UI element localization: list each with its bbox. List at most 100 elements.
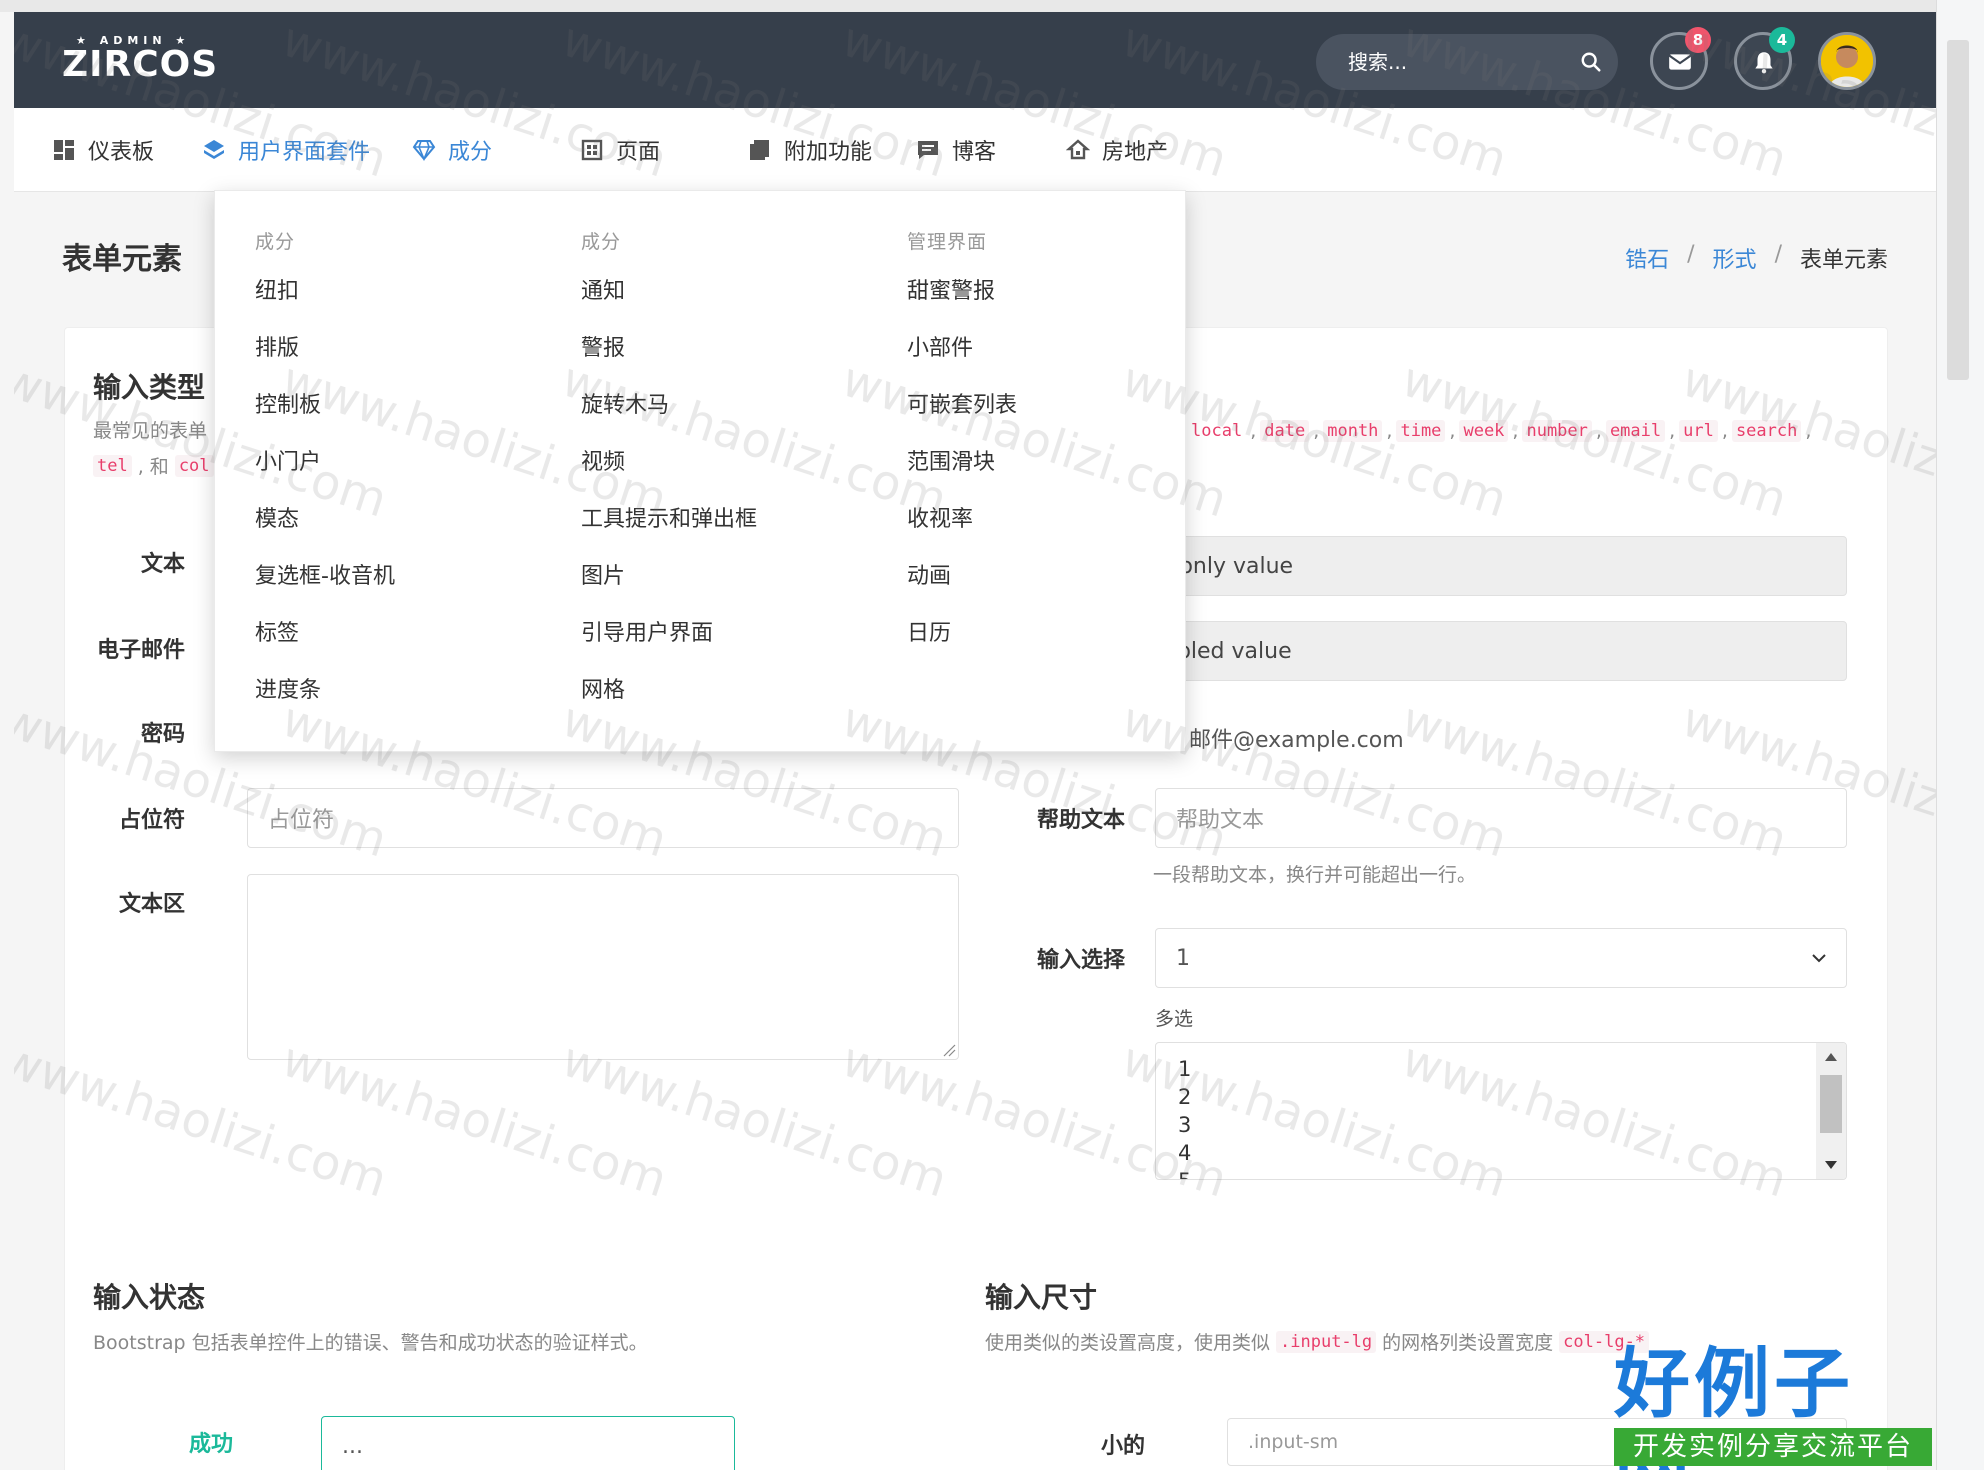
multi-select-option[interactable]: 3 (1156, 1111, 1846, 1139)
input-types-desc-line2: tel , 和 col (93, 452, 214, 479)
menu-item-ratings[interactable]: 收视率 (907, 508, 1017, 565)
multi-select[interactable]: 1 2 3 4 5 (1155, 1042, 1847, 1180)
nav-item-components[interactable]: 成分 (412, 134, 492, 166)
menu-item-widgets[interactable]: 小部件 (907, 337, 1017, 394)
nav-item-ui-kit[interactable]: 用户界面套件 (202, 134, 370, 166)
resize-handle-icon[interactable] (942, 1043, 956, 1057)
multi-select-option[interactable]: 4 (1156, 1139, 1846, 1167)
mega-menu-heading: 管理界面 (907, 231, 988, 253)
placeholder-input[interactable]: 占位符 (247, 788, 959, 848)
breadcrumb-item-forms[interactable]: 形式 (1713, 242, 1757, 274)
notification-badge: 4 (1769, 27, 1795, 53)
brand-watermark: 好例子网 开发实例分享交流平台 (1614, 1342, 1932, 1470)
page: ★ ADMIN ★ ZIRCOS 8 4 仪表板 用户界面套件 (14, 12, 1936, 1470)
multi-select-scroll-thumb[interactable] (1820, 1075, 1842, 1133)
static-email: 邮件@example.com (1189, 728, 1404, 753)
menu-item-modals[interactable]: 模态 (255, 508, 395, 565)
menu-item-calendar[interactable]: 日历 (907, 622, 1017, 679)
select-label: 输入选择 (1036, 948, 1125, 973)
input-types-desc: 最常见的表单 (93, 420, 208, 442)
type-code-col: col (174, 454, 214, 477)
menu-item-alerts[interactable]: 警报 (581, 337, 757, 394)
scroll-up-icon[interactable] (1824, 1051, 1838, 1063)
input-states-desc: Bootstrap 包括表单控件上的错误、警告和成功状态的验证样式。 (93, 1332, 648, 1354)
type-code-tel: tel (93, 454, 132, 477)
menu-item-images[interactable]: 图片 (581, 565, 757, 622)
menu-item-buttons[interactable]: 纽扣 (255, 280, 395, 337)
search-icon[interactable] (1580, 51, 1602, 73)
scroll-down-icon[interactable] (1824, 1159, 1838, 1171)
mail-button[interactable]: 8 (1650, 27, 1711, 90)
diamond-icon (412, 140, 436, 162)
menu-item-portlets[interactable]: 小门户 (255, 451, 395, 508)
type-code: number (1522, 420, 1592, 442)
page-title: 表单元素 (62, 242, 182, 277)
breadcrumb-separator: / (1774, 242, 1782, 267)
breadcrumb-item-home[interactable]: 锆石 (1625, 242, 1669, 274)
success-value: ... (342, 1433, 363, 1459)
nav-item-dashboard[interactable]: 仪表板 (52, 134, 154, 166)
menu-item-sweet-alert[interactable]: 甜蜜警报 (907, 280, 1017, 337)
multi-select-option[interactable]: 2 (1156, 1083, 1846, 1111)
small-label: 小的 (1100, 1434, 1145, 1459)
textarea-input[interactable] (247, 874, 959, 1060)
layers-icon (204, 140, 224, 159)
menu-item-carousel[interactable]: 旋转木马 (581, 394, 757, 451)
input-sizes-title: 输入尺寸 (985, 1281, 1098, 1314)
type-code: week (1459, 420, 1509, 442)
menu-item-checkbox-radio[interactable]: 复选框-收音机 (255, 565, 395, 622)
success-input[interactable]: ... (321, 1416, 735, 1470)
menu-item-panels[interactable]: 控制板 (255, 394, 395, 451)
text-label: 文本 (140, 552, 185, 577)
blog-icon (918, 141, 938, 159)
menu-item-video[interactable]: 视频 (581, 451, 757, 508)
mega-menu-column: 成分 通知 警报 旋转木马 视频 工具提示和弹出框 图片 引导用户界面 网格 (581, 227, 757, 736)
logo[interactable]: ★ ADMIN ★ ZIRCOS (62, 34, 218, 83)
email-label: 电子邮件 (96, 638, 185, 663)
placeholder-label: 占位符 (118, 808, 185, 833)
navbar: 仪表板 用户界面套件 成分 页面 附加功能 博客 房地产 (14, 108, 1936, 192)
type-code: month (1323, 420, 1383, 442)
multi-select-scrollbar[interactable] (1816, 1043, 1846, 1179)
menu-item-grid[interactable]: 网格 (581, 679, 757, 736)
menu-item-nestable[interactable]: 可嵌套列表 (907, 394, 1017, 451)
type-code: email (1605, 420, 1666, 442)
nav-item-pages[interactable]: 页面 (580, 134, 660, 166)
nav-item-label: 成分 (448, 140, 493, 165)
select-input[interactable]: 1 (1155, 928, 1847, 988)
type-code: time (1396, 420, 1446, 442)
nav-item-blog[interactable]: 博客 (916, 134, 996, 166)
menu-item-animation[interactable]: 动画 (907, 565, 1017, 622)
help-text-input[interactable]: 帮助文本 (1155, 788, 1847, 848)
menu-item-tooltips[interactable]: 工具提示和弹出框 (581, 508, 757, 565)
mega-menu-column: 管理界面 甜蜜警报 小部件 可嵌套列表 范围滑块 收视率 动画 日历 (907, 227, 1017, 679)
notification-button[interactable]: 4 (1734, 27, 1795, 90)
breadcrumb-item-current: 表单元素 (1799, 248, 1888, 273)
menu-item-progress[interactable]: 进度条 (255, 679, 395, 736)
page-scroll-thumb[interactable] (1947, 40, 1969, 380)
multi-select-option[interactable]: 5 (1156, 1167, 1846, 1179)
multi-select-option[interactable]: 1 (1156, 1055, 1846, 1083)
menu-item-bootstrap-ui[interactable]: 引导用户界面 (581, 622, 757, 679)
user-avatar-icon (1821, 35, 1873, 87)
browser-edge (0, 0, 1984, 12)
nav-item-extras[interactable]: 附加功能 (748, 134, 872, 166)
nav-item-real-estate[interactable]: 房地产 (1066, 134, 1168, 166)
readonly-input[interactable]: adonly value (1131, 536, 1847, 596)
mega-menu-column: 成分 纽扣 排版 控制板 小门户 模态 复选框-收音机 标签 进度条 (255, 227, 395, 736)
menu-item-range-slider[interactable]: 范围滑块 (907, 451, 1017, 508)
input-sizes-desc: 使用类似的类设置高度，使用类似 .input-lg 的网格列类设置宽度 col-… (985, 1328, 1650, 1355)
help-text-note: 一段帮助文本，换行并可能超出一行。 (1153, 864, 1477, 886)
nav-item-label: 博客 (952, 140, 997, 165)
menu-item-typography[interactable]: 排版 (255, 337, 395, 394)
input-types-title: 输入类型 (93, 371, 206, 404)
menu-item-tabs[interactable]: 标签 (255, 622, 395, 679)
nav-item-label: 房地产 (1102, 140, 1169, 165)
nav-item-label: 页面 (616, 140, 661, 165)
menu-item-notifications[interactable]: 通知 (581, 280, 757, 337)
small-placeholder: .input-sm (1248, 1431, 1339, 1453)
placeholder-text: 占位符 (268, 808, 335, 833)
avatar[interactable] (1818, 32, 1876, 90)
page-scrollbar[interactable] (1936, 0, 1984, 1470)
search-input[interactable] (1348, 48, 1568, 76)
